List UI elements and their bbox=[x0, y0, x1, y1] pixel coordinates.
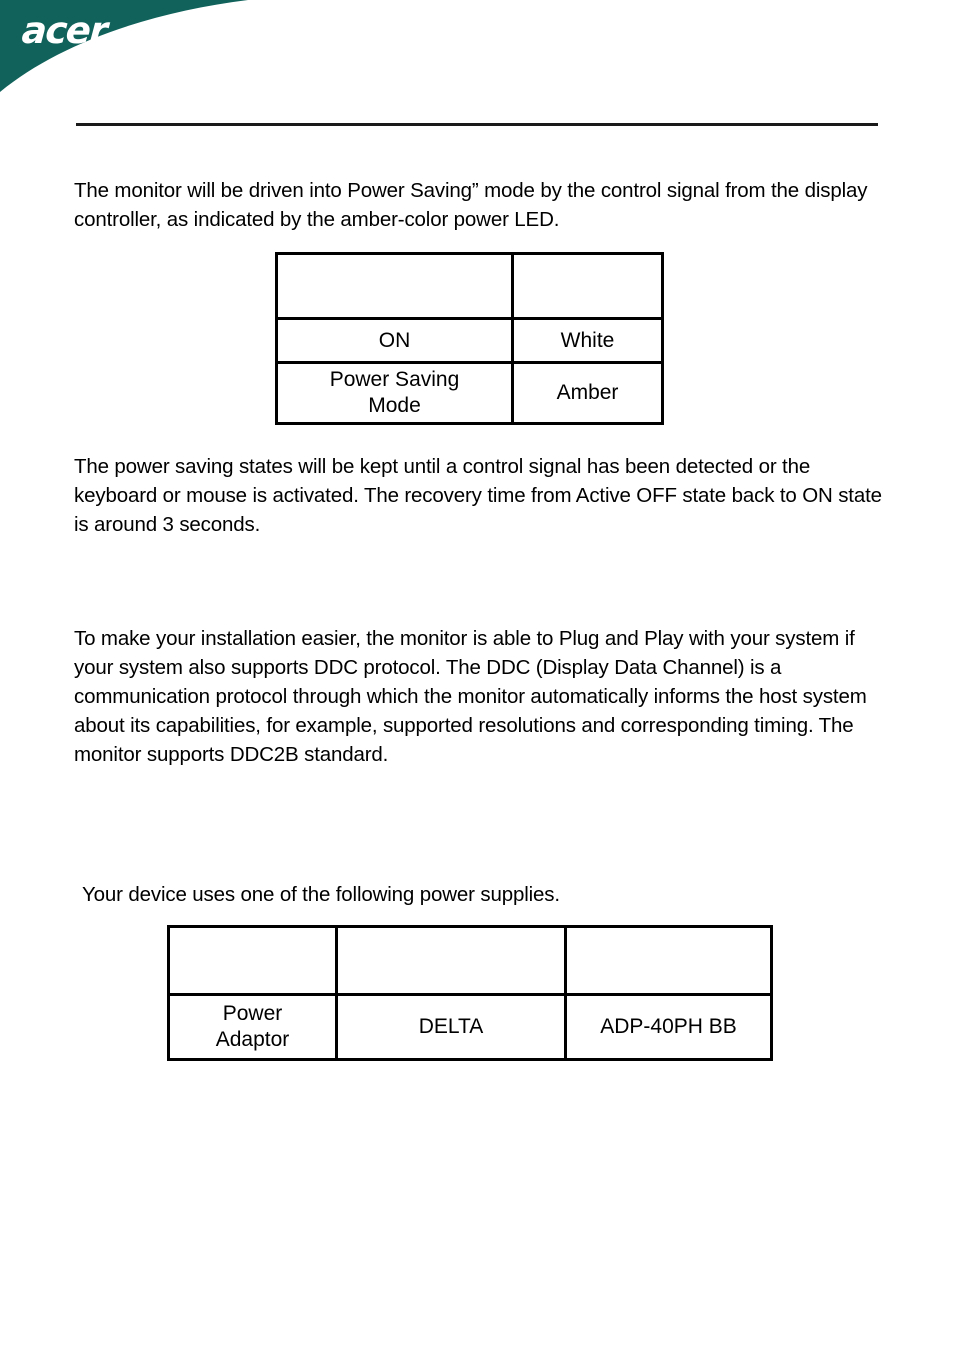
led-color-white: White bbox=[511, 317, 664, 364]
led-state-on: ON bbox=[275, 317, 514, 364]
table-row: Power Adaptor DELTA ADP-40PH BB bbox=[167, 993, 773, 1061]
supply-table-header-vendor bbox=[335, 925, 567, 996]
supply-table-header-type bbox=[167, 925, 338, 996]
supply-model-adp-40ph-bb: ADP-40PH BB bbox=[564, 993, 773, 1061]
power-states-paragraph: The power saving states will be kept unt… bbox=[74, 455, 882, 536]
power-saving-paragraph: The monitor will be driven into Power Sa… bbox=[74, 179, 868, 231]
table-row bbox=[167, 925, 773, 996]
supply-table-header-model bbox=[564, 925, 773, 996]
supply-vendor-delta: DELTA bbox=[335, 993, 567, 1061]
led-table-header-state bbox=[275, 252, 514, 320]
table-row: Power Saving Mode Amber bbox=[275, 361, 664, 425]
supply-type-power-adaptor: Power Adaptor bbox=[167, 993, 338, 1061]
acer-logo: acer bbox=[20, 9, 108, 52]
power-supply-table: Power Adaptor DELTA ADP-40PH BB bbox=[167, 925, 773, 1061]
power-supplies-intro-paragraph: Your device uses one of the following po… bbox=[82, 883, 560, 906]
led-indicator-table: ON White Power Saving Mode Amber bbox=[275, 252, 664, 425]
banner-swoosh-shape bbox=[0, 0, 248, 92]
led-state-power-saving-mode: Power Saving Mode bbox=[275, 361, 514, 425]
table-row bbox=[275, 252, 664, 320]
led-table-header-color bbox=[511, 252, 664, 320]
page-header-banner: acer bbox=[0, 0, 954, 100]
led-color-amber: Amber bbox=[511, 361, 664, 425]
header-divider-rule bbox=[76, 123, 878, 126]
table-row: ON White bbox=[275, 317, 664, 364]
ddc-plug-and-play-paragraph: To make your installation easier, the mo… bbox=[74, 627, 867, 766]
